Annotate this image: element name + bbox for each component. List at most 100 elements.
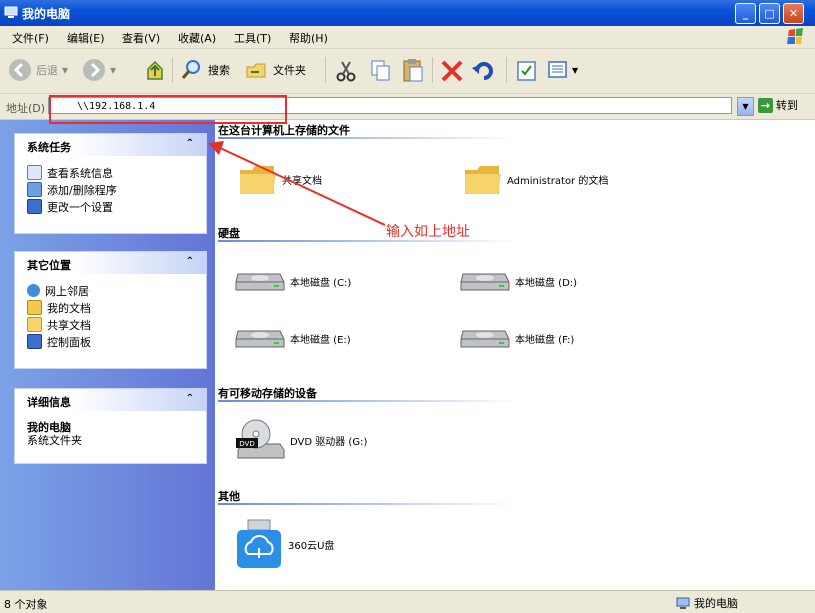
- chevron-down-icon: ▼: [62, 65, 69, 75]
- section-title-removable: 有可移动存储的设备: [218, 387, 317, 400]
- place-label: 共享文档: [47, 318, 91, 332]
- item-label: DVD 驱动器 (G:): [290, 436, 368, 448]
- menu-favorites[interactable]: 收藏(A): [178, 30, 216, 46]
- section-divider: [218, 240, 518, 242]
- place-my-documents[interactable]: 我的文档: [15, 299, 206, 316]
- other-places-header[interactable]: 其它位置 ⌃: [15, 252, 206, 274]
- up-folder-icon[interactable]: [144, 59, 166, 83]
- section-divider: [218, 400, 518, 402]
- add-remove-programs-icon: [27, 182, 42, 197]
- folder-icon: [465, 166, 501, 194]
- my-computer-icon: [676, 597, 690, 609]
- go-arrow-icon: →: [758, 97, 773, 113]
- status-location: 我的电脑: [676, 595, 738, 611]
- cut-icon[interactable]: [335, 59, 357, 83]
- copy-icon[interactable]: [370, 59, 392, 83]
- place-network[interactable]: 网上邻居: [15, 282, 206, 299]
- dvd-drive-g[interactable]: DVD DVD 驱动器 (G:): [234, 418, 367, 462]
- dvd-badge: DVD: [239, 440, 254, 448]
- task-view-system-info[interactable]: 查看系统信息: [15, 164, 206, 181]
- system-info-icon: [27, 165, 42, 180]
- menu-help[interactable]: 帮助(H): [289, 30, 328, 46]
- place-shared-documents[interactable]: 共享文档: [15, 316, 206, 333]
- forward-arrow-icon: [83, 59, 105, 81]
- task-label: 查看系统信息: [47, 166, 113, 180]
- folders-label: 文件夹: [273, 64, 306, 77]
- task-label: 更改一个设置: [47, 200, 113, 214]
- windows-logo-icon: [787, 28, 803, 44]
- folder-icon: [27, 317, 42, 332]
- menu-bar: 文件(F) 编辑(E) 查看(V) 收藏(A) 工具(T) 帮助(H): [0, 26, 815, 49]
- task-pane: 系统任务 ⌃ 查看系统信息 添加/删除程序 更改一个设置 其它位置 ⌃ 网上邻居: [0, 120, 215, 590]
- details-type: 系统文件夹: [27, 434, 82, 447]
- maximize-button[interactable]: □: [759, 3, 780, 24]
- forward-button[interactable]: ▼: [82, 55, 116, 85]
- close-button[interactable]: ✕: [783, 3, 804, 24]
- properties-icon[interactable]: [516, 60, 538, 82]
- system-tasks-panel: 系统任务 ⌃ 查看系统信息 添加/删除程序 更改一个设置: [14, 133, 207, 234]
- details-name: 我的电脑: [27, 421, 71, 434]
- status-location-label: 我的电脑: [694, 597, 738, 610]
- task-add-remove-programs[interactable]: 添加/删除程序: [15, 181, 206, 198]
- section-title-other: 其他: [218, 490, 240, 503]
- drive-f[interactable]: 本地磁盘 (F:): [459, 325, 574, 351]
- menu-edit[interactable]: 编辑(E): [67, 30, 105, 46]
- item-label: 本地磁盘 (F:): [515, 334, 575, 346]
- annotation-text: 输入如上地址: [386, 224, 470, 240]
- place-label: 我的文档: [47, 301, 91, 315]
- chevron-down-icon: ▼: [110, 65, 117, 75]
- hard-drive-icon: [460, 330, 510, 348]
- menu-view[interactable]: 查看(V): [122, 30, 160, 46]
- views-button[interactable]: ▼: [548, 55, 578, 85]
- go-button[interactable]: → 转到: [758, 97, 798, 113]
- drive-e[interactable]: 本地磁盘 (E:): [234, 325, 351, 351]
- details-panel: 详细信息 ⌃ 我的电脑 系统文件夹: [14, 388, 207, 464]
- search-button[interactable]: 搜索: [180, 55, 230, 85]
- back-arrow-icon: [9, 59, 31, 81]
- place-label: 网上邻居: [45, 284, 89, 298]
- hard-drive-icon: [235, 273, 285, 291]
- search-icon: [181, 60, 200, 79]
- place-control-panel[interactable]: 控制面板: [15, 333, 206, 350]
- control-panel-icon: [27, 334, 42, 349]
- status-bar: 8 个对象 我的电脑: [0, 590, 815, 613]
- place-label: 控制面板: [47, 335, 91, 349]
- back-button[interactable]: 后退 ▼: [8, 55, 68, 85]
- views-icon: [548, 61, 567, 78]
- collapse-icon[interactable]: ⌃: [186, 138, 194, 149]
- system-tasks-header[interactable]: 系统任务 ⌃: [15, 134, 206, 156]
- drive-d[interactable]: 本地磁盘 (D:): [459, 268, 577, 294]
- minimize-button[interactable]: _: [735, 3, 756, 24]
- drive-c[interactable]: 本地磁盘 (C:): [234, 268, 351, 294]
- title-bar[interactable]: 我的电脑 _ □ ✕: [0, 0, 815, 26]
- collapse-icon[interactable]: ⌃: [186, 393, 194, 404]
- chevron-down-icon: ▼: [572, 65, 579, 75]
- menu-file[interactable]: 文件(F): [12, 30, 49, 46]
- address-dropdown-button[interactable]: ▼: [737, 97, 754, 116]
- cloud-usb-drive[interactable]: 360云U盘: [234, 518, 334, 570]
- menu-tools[interactable]: 工具(T): [234, 30, 271, 46]
- undo-icon[interactable]: [471, 59, 495, 83]
- my-documents-icon: [27, 300, 42, 315]
- folder-admin-documents[interactable]: Administrator 的文档: [463, 162, 608, 196]
- address-label: 地址(D): [6, 102, 46, 115]
- hard-drive-icon: [460, 273, 510, 291]
- search-label: 搜索: [208, 64, 230, 77]
- my-computer-icon: [4, 6, 18, 18]
- section-divider: [218, 503, 518, 505]
- delete-icon[interactable]: [440, 59, 464, 83]
- folders-button[interactable]: 文件夹: [245, 55, 306, 85]
- collapse-icon[interactable]: ⌃: [186, 256, 194, 267]
- paste-icon[interactable]: [402, 57, 424, 83]
- task-change-setting[interactable]: 更改一个设置: [15, 198, 206, 215]
- annotation-arrow: [208, 141, 386, 226]
- network-places-icon: [27, 284, 40, 297]
- chevron-down-icon: ▼: [742, 102, 749, 111]
- item-label: 本地磁盘 (D:): [515, 277, 578, 289]
- go-label: 转到: [776, 99, 798, 112]
- item-label: Administrator 的文档: [507, 175, 609, 187]
- cloud-usb-icon: [237, 519, 281, 568]
- item-label: 本地磁盘 (C:): [290, 277, 352, 289]
- folder-tree-icon: [246, 63, 266, 78]
- details-header[interactable]: 详细信息 ⌃: [15, 389, 206, 411]
